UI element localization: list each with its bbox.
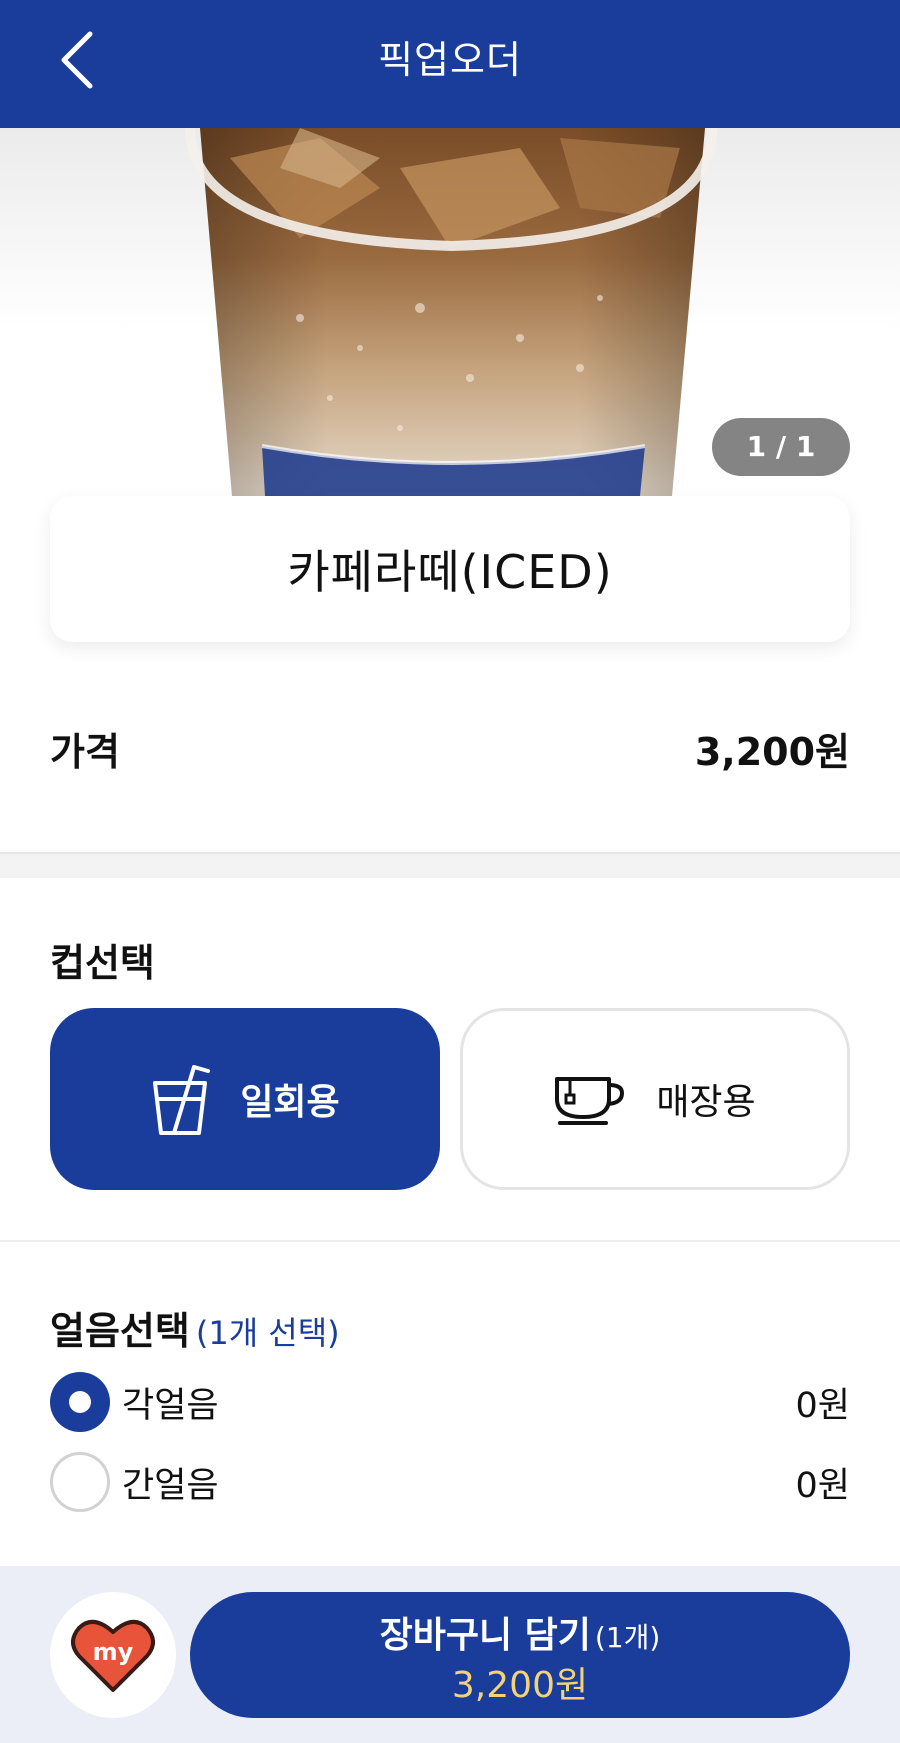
cup-section-title: 컵선택: [50, 941, 155, 985]
cup-option-disposable[interactable]: 일회용: [50, 1008, 440, 1190]
ice-option-cube[interactable]: 각얼음 0원: [50, 1372, 850, 1432]
section-divider: [0, 852, 900, 878]
cart-price: 3,200원: [451, 1665, 589, 1706]
my-heart-icon: my: [71, 1620, 155, 1692]
cart-button-label: 장바구니 담기 (1개): [190, 1606, 850, 1658]
ice-option-crushed[interactable]: 간얼음 0원: [50, 1452, 850, 1512]
page-title: 픽업오더: [378, 38, 522, 82]
add-to-cart-button[interactable]: 장바구니 담기 (1개) 3,200원: [190, 1592, 850, 1718]
radio-unselected[interactable]: [50, 1452, 110, 1512]
cup-option-mug[interactable]: 매장용: [460, 1008, 850, 1190]
ice-selection-hint: (1개 선택): [195, 1314, 340, 1352]
my-text: my: [93, 1638, 134, 1666]
product-name: 카페라떼(ICED): [287, 545, 613, 599]
cart-count: (1개): [594, 1621, 661, 1654]
ice-option-label: 간얼음: [122, 1465, 219, 1506]
price-value: 3,200원: [694, 729, 850, 774]
disposable-cup-icon: [153, 1065, 211, 1135]
section-divider: [0, 1240, 900, 1242]
radio-selected[interactable]: [50, 1372, 110, 1432]
price-label: 가격: [50, 729, 120, 774]
ice-option-price: 0원: [795, 1465, 850, 1506]
ice-option-price: 0원: [795, 1385, 850, 1426]
mug-icon: [555, 1077, 625, 1125]
my-favorites-button[interactable]: my: [50, 1592, 176, 1718]
cup-option-label: 일회용: [240, 1082, 340, 1123]
ice-section-title: 얼음선택 (1개 선택): [50, 1300, 340, 1355]
price-row: 가격 3,200원: [50, 718, 850, 778]
product-name-card: 카페라떼(ICED): [50, 496, 850, 642]
ice-option-label: 각얼음: [122, 1385, 219, 1426]
image-page-counter: 1 / 1: [712, 418, 850, 476]
cart-label: 장바구니 담기: [379, 1615, 591, 1656]
back-arrow-icon[interactable]: [52, 28, 112, 92]
app-header: 픽업오더: [0, 0, 900, 128]
cup-option-label: 매장용: [656, 1082, 756, 1123]
ice-title-text: 얼음선택: [50, 1309, 190, 1353]
